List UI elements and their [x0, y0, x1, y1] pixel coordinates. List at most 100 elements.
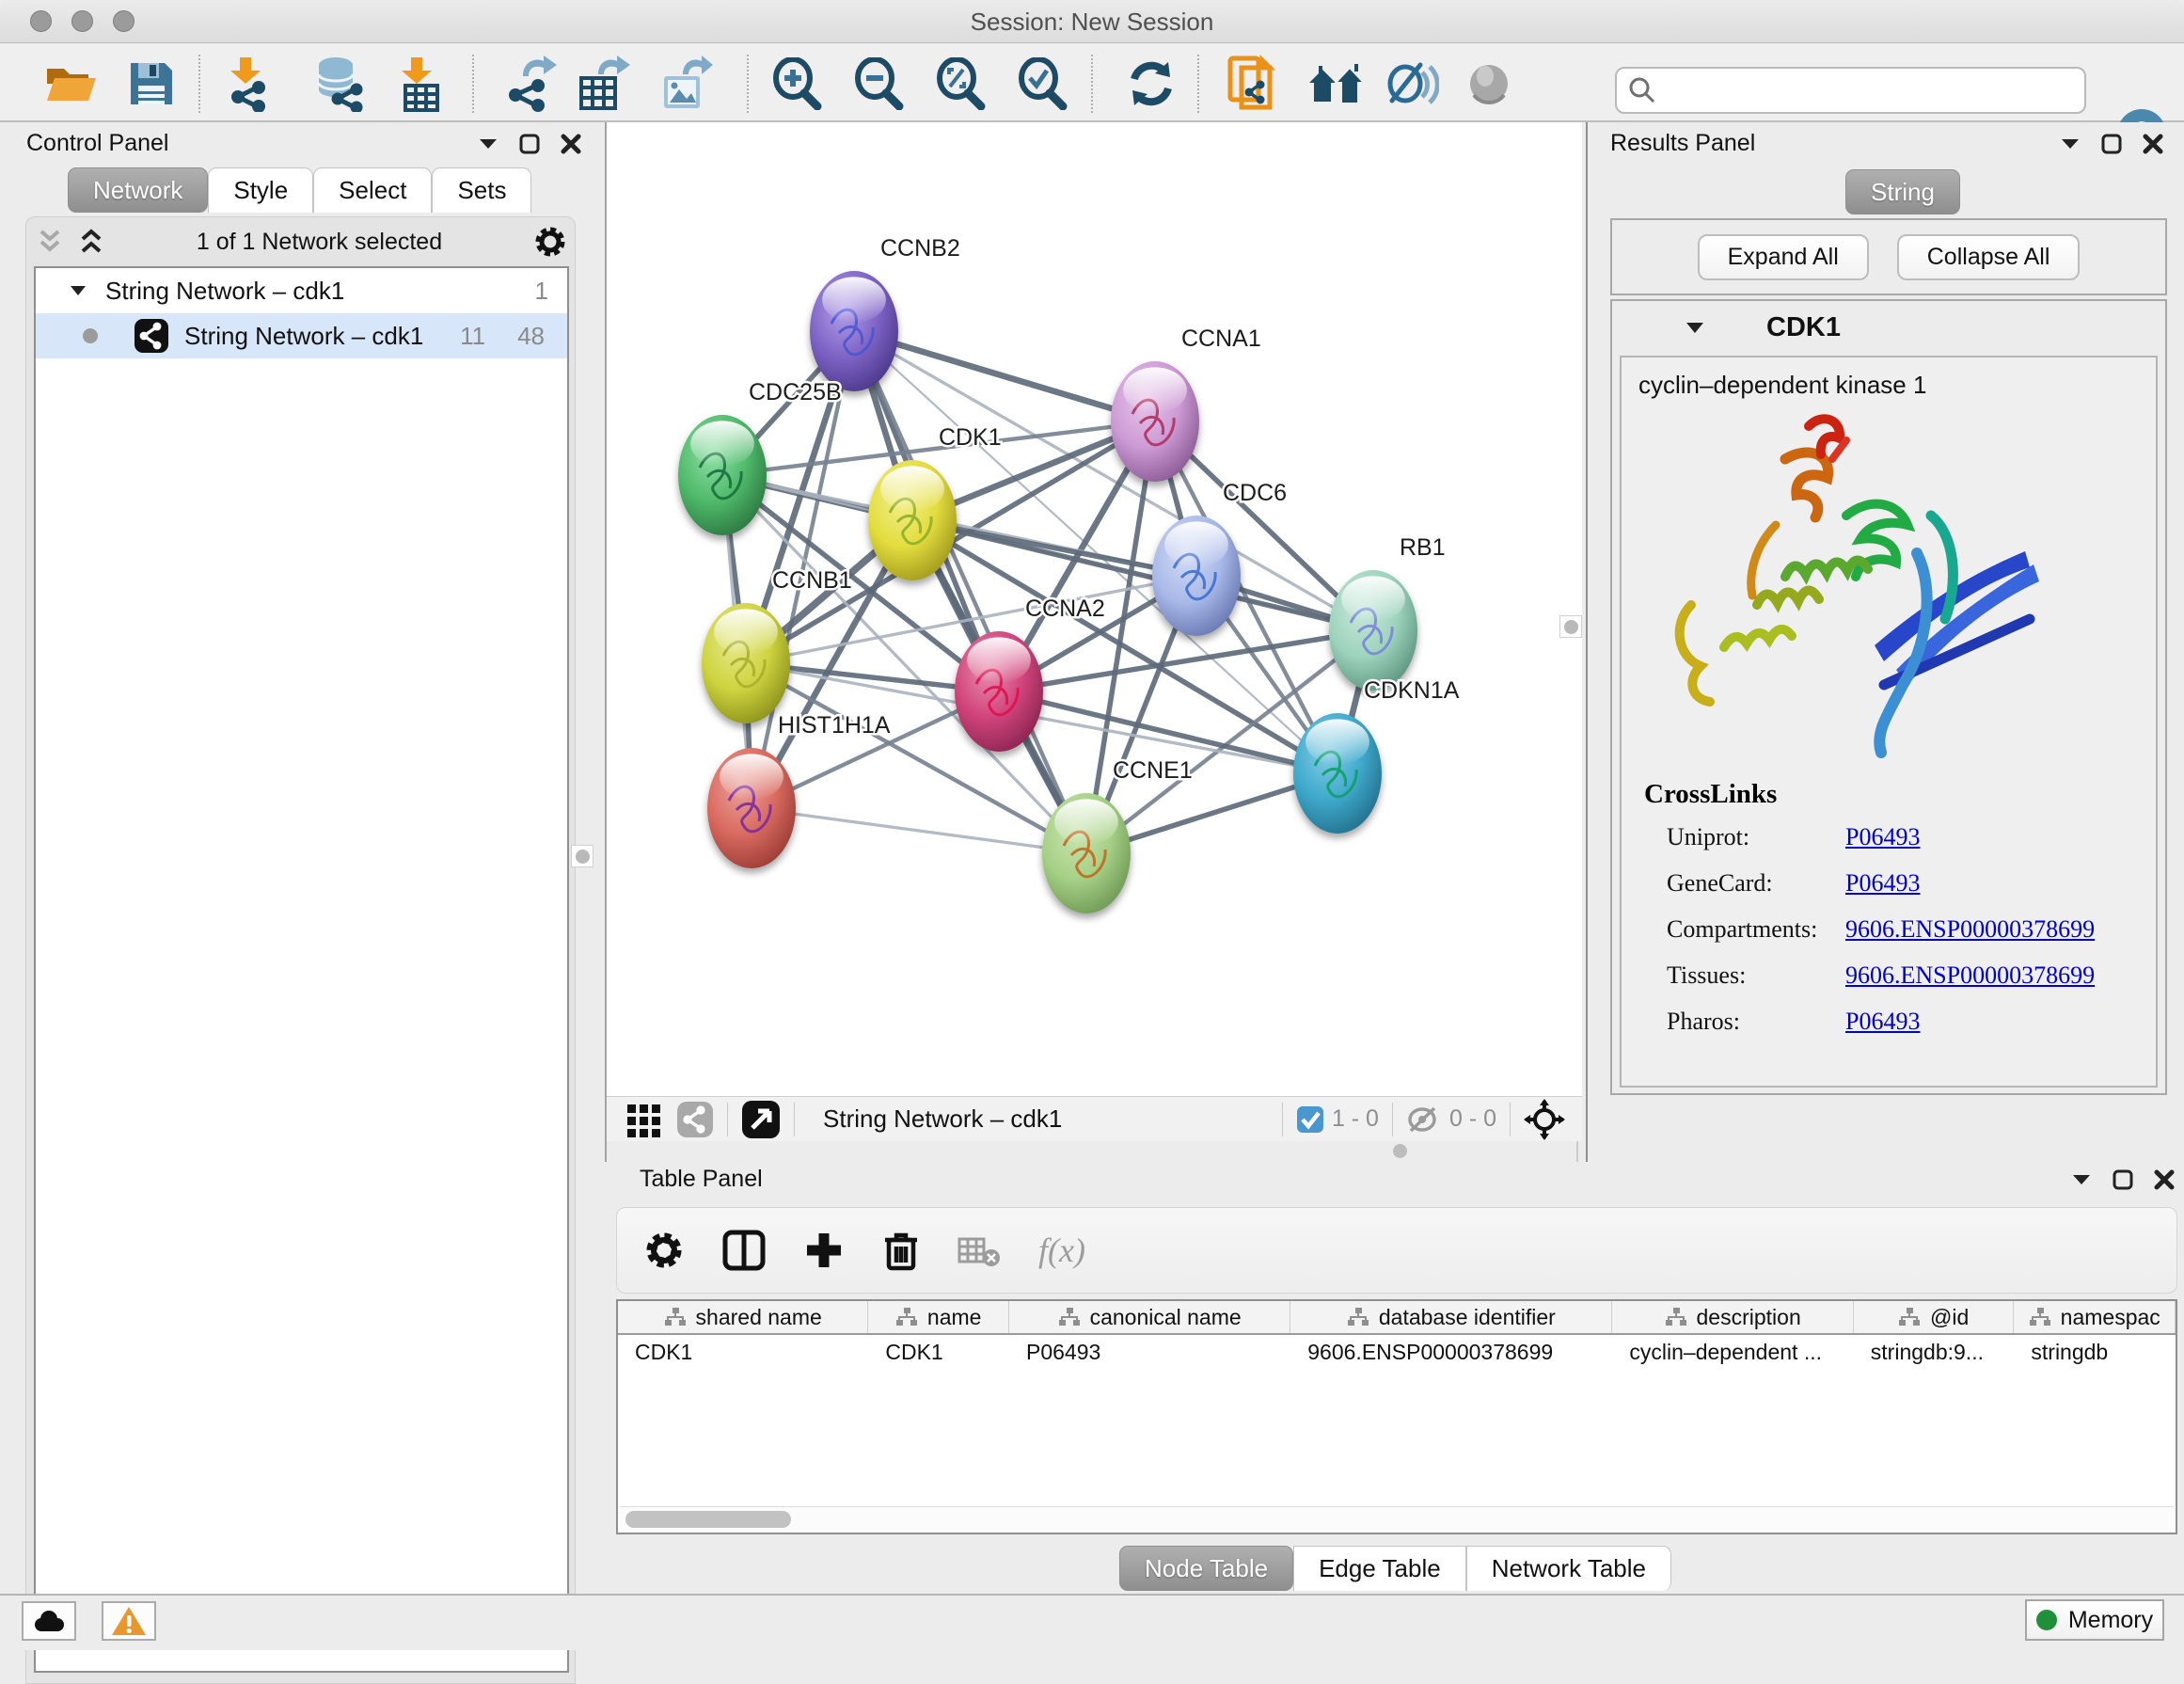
- panel-menu-icon[interactable]: [2060, 137, 2081, 151]
- network-edge[interactable]: [854, 331, 1086, 853]
- table-cell[interactable]: CDK1: [618, 1340, 868, 1365]
- protein-node-cdc25b[interactable]: [678, 415, 767, 535]
- close-panel-icon[interactable]: [2143, 134, 2163, 154]
- warnings-button[interactable]: [102, 1601, 156, 1641]
- show-columns-icon[interactable]: [722, 1230, 766, 1271]
- import-network-database-button[interactable]: [310, 56, 369, 111]
- protein-node-ccnb1[interactable]: [702, 603, 790, 723]
- zoom-out-button[interactable]: [849, 56, 908, 111]
- show-graphics-details-button[interactable]: [1460, 56, 1518, 111]
- float-panel-icon[interactable]: [2113, 1169, 2133, 1190]
- protein-node-ccne1[interactable]: [1042, 793, 1131, 913]
- expand-all-button[interactable]: Expand All: [1698, 234, 1869, 280]
- crosslink-link[interactable]: P06493: [1845, 869, 1920, 898]
- protein-collapse-icon[interactable]: [1685, 322, 1704, 334]
- selected-checkbox-icon[interactable]: [1296, 1105, 1324, 1134]
- column-header-name[interactable]: name: [868, 1301, 1009, 1333]
- network-row[interactable]: String Network – cdk1 11 48: [36, 313, 567, 358]
- scrollbar-thumb[interactable]: [625, 1511, 791, 1528]
- birdseye-view-icon[interactable]: [741, 1100, 781, 1139]
- tab-network[interactable]: Network: [68, 167, 208, 213]
- node-label-ccna2: CCNA2: [1025, 596, 1105, 622]
- delete-column-trash-icon[interactable]: [882, 1229, 920, 1272]
- network-edge[interactable]: [752, 808, 1086, 853]
- grid-view-icon[interactable]: [625, 1101, 663, 1138]
- import-network-file-button[interactable]: [218, 56, 277, 111]
- column-header-namespac[interactable]: namespac: [2014, 1301, 2176, 1333]
- crosslink-link[interactable]: P06493: [1845, 1008, 1920, 1036]
- zoom-selected-button[interactable]: [1013, 56, 1071, 111]
- network-view-mode-icon[interactable]: [676, 1101, 714, 1138]
- left-splitter-handle[interactable]: [571, 845, 593, 867]
- protein-node-cdkn1a[interactable]: [1293, 713, 1382, 834]
- tab-sets[interactable]: Sets: [432, 167, 531, 213]
- protein-node-cdc6[interactable]: [1152, 516, 1241, 636]
- cloud-status-button[interactable]: [22, 1601, 76, 1641]
- expand-all-chevron-icon[interactable]: [77, 229, 105, 255]
- export-network-button[interactable]: [500, 56, 559, 111]
- table-cell[interactable]: P06493: [1009, 1340, 1290, 1365]
- close-panel-icon[interactable]: [561, 134, 581, 154]
- column-header-shared-name[interactable]: shared name: [618, 1301, 868, 1333]
- tab-node-table[interactable]: Node Table: [1119, 1546, 1293, 1591]
- tab-network-table[interactable]: Network Table: [1466, 1546, 1671, 1591]
- tab-style[interactable]: Style: [208, 167, 313, 213]
- control-panel-title: Control Panel: [26, 130, 168, 157]
- protein-node-ccna2[interactable]: [955, 631, 1043, 752]
- fit-content-crosshair-icon[interactable]: [1524, 1099, 1565, 1140]
- export-table-button[interactable]: [574, 56, 632, 111]
- protein-node-ccna1[interactable]: [1111, 361, 1199, 482]
- panel-menu-icon[interactable]: [478, 137, 499, 151]
- open-session-button[interactable]: [41, 56, 100, 111]
- save-session-button[interactable]: [122, 56, 181, 111]
- close-panel-icon[interactable]: [2154, 1169, 2175, 1190]
- search-input[interactable]: [1666, 77, 2070, 103]
- table-cell[interactable]: CDK1: [868, 1340, 1009, 1365]
- tab-edge-table[interactable]: Edge Table: [1293, 1546, 1466, 1591]
- collapse-all-chevron-icon[interactable]: [36, 229, 64, 255]
- float-panel-icon[interactable]: [2101, 134, 2122, 154]
- string-copy-network-button[interactable]: [1223, 56, 1281, 111]
- float-panel-icon[interactable]: [519, 134, 540, 154]
- memory-button[interactable]: Memory: [2025, 1599, 2164, 1641]
- table-cell[interactable]: stringdb:9...: [1854, 1340, 2015, 1365]
- panel-menu-icon[interactable]: [2071, 1173, 2092, 1186]
- column-header-description[interactable]: description: [1612, 1301, 1853, 1333]
- zoom-fit-button[interactable]: [931, 56, 989, 111]
- right-panel-divider[interactable]: [1586, 122, 1588, 1162]
- gear-icon[interactable]: [533, 225, 567, 259]
- string-enhanced-labels-button[interactable]: [1383, 56, 1441, 111]
- collapse-all-button[interactable]: Collapse All: [1897, 234, 2081, 280]
- crosslink-link[interactable]: P06493: [1845, 823, 1920, 851]
- protein-header-row[interactable]: CDK1: [1612, 301, 2165, 354]
- horizontal-scrollbar[interactable]: [620, 1506, 2174, 1531]
- column-header-@id[interactable]: @id: [1854, 1301, 2015, 1333]
- table-cell[interactable]: 9606.ENSP00000378699: [1290, 1340, 1612, 1365]
- refresh-view-button[interactable]: [1122, 56, 1180, 111]
- string-home-button[interactable]: [1307, 56, 1366, 111]
- column-header-canonical-name[interactable]: canonical name: [1009, 1301, 1290, 1333]
- protein-node-cdk1[interactable]: [868, 460, 957, 580]
- tab-string[interactable]: String: [1845, 169, 1960, 214]
- right-splitter-handle[interactable]: [1559, 615, 1582, 638]
- import-table-file-button[interactable]: [388, 56, 446, 111]
- crosslink-link[interactable]: 9606.ENSP00000378699: [1845, 915, 2095, 944]
- protein-node-hist1h1a[interactable]: [707, 748, 796, 868]
- table-options-gear-icon[interactable]: [643, 1230, 685, 1271]
- network-edge[interactable]: [854, 331, 1155, 421]
- export-image-button[interactable]: [657, 56, 715, 111]
- add-column-icon[interactable]: [803, 1230, 845, 1271]
- bottom-splitter-handle[interactable]: [1393, 1144, 1407, 1158]
- network-canvas[interactable]: CCNB2CCNA1CDC25BCDK1CDC6RB1CCNB1CCNA2CDK…: [607, 122, 1582, 1096]
- protein-node-rb1[interactable]: [1329, 570, 1417, 691]
- collection-expand-icon[interactable]: [70, 285, 87, 296]
- column-header-database-identifier[interactable]: database identifier: [1290, 1301, 1612, 1333]
- tab-select[interactable]: Select: [313, 167, 432, 213]
- table-cell[interactable]: cyclin–dependent ...: [1612, 1340, 1853, 1365]
- crosslink-link[interactable]: 9606.ENSP00000378699: [1845, 961, 2095, 990]
- table-row[interactable]: CDK1CDK1P064939606.ENSP00000378699cyclin…: [618, 1335, 2176, 1369]
- zoom-in-button[interactable]: [768, 56, 826, 111]
- protein-node-ccnb2[interactable]: [810, 271, 898, 391]
- table-cell[interactable]: stringdb: [2014, 1340, 2176, 1365]
- network-collection-row[interactable]: String Network – cdk1 1: [36, 268, 567, 313]
